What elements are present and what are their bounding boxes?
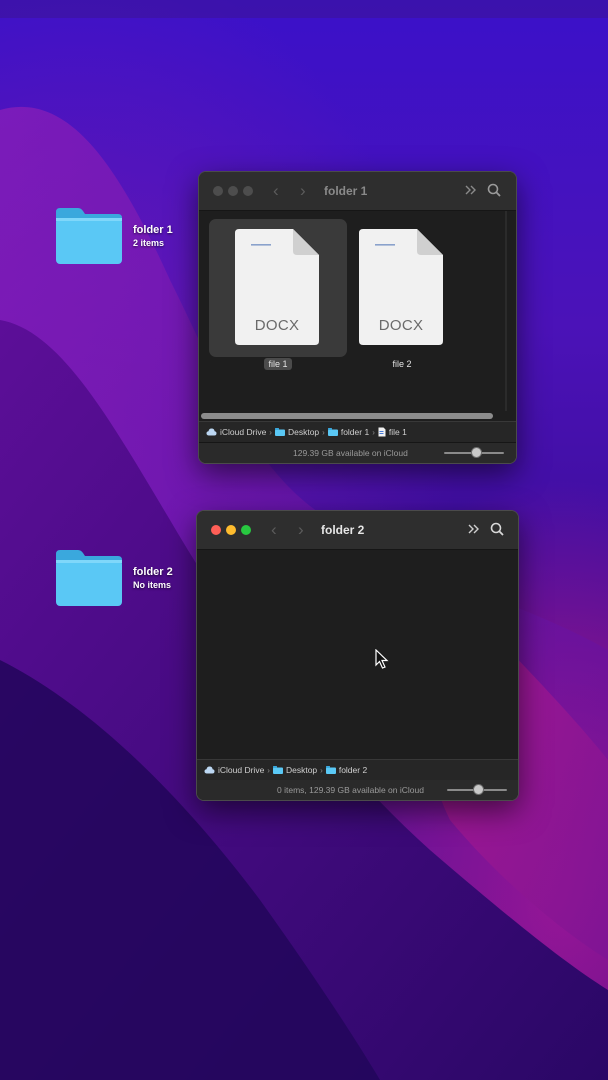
path-crumb-label: iCloud Drive [220,427,267,437]
path-crumb-label: Desktop [285,765,318,775]
path-crumb[interactable]: iCloud Drive [206,427,266,437]
finder-window-folder-2: ‹ › folder 2 iCloud Drive › Desktop › fo… [196,510,519,801]
zoom-button[interactable] [243,186,253,196]
icloud-icon [204,766,215,774]
desktop-folder-1-label: folder 1 2 items [133,224,173,249]
file-type-label: DOCX [254,317,300,334]
back-arrow-icon[interactable]: ‹ [271,520,277,540]
file-item[interactable]: DOCX file 1 [209,219,347,379]
close-button[interactable] [213,186,223,196]
file-name: file 2 [333,359,471,369]
folder-icon [325,766,336,774]
path-crumb[interactable]: iCloud Drive [204,765,264,775]
status-text: 129.39 GB available on iCloud [293,448,408,458]
path-crumb-label: folder 2 [338,765,368,775]
menu-bar [0,0,608,18]
path-crumb-label: folder 1 [340,427,370,437]
finder-window-folder-1: ‹ › folder 1 DOCX file 1 DOCX file 2 iCl… [198,171,517,464]
file-browser-area[interactable]: DOCX file 1 DOCX file 2 [199,211,516,421]
file-item[interactable]: DOCX file 2 [333,219,471,379]
forward-arrow-icon[interactable]: › [298,520,304,540]
desktop-folder-1[interactable] [54,206,126,266]
path-crumb-label: Desktop [287,427,320,437]
folder-icon [327,428,338,436]
path-separator: › [322,427,325,437]
folder-icon [56,550,122,606]
folder-icon [272,766,283,774]
path-separator: › [372,427,375,437]
path-crumb[interactable]: Desktop [274,427,320,437]
path-bar: iCloud Drive › Desktop › folder 2 [197,759,518,781]
path-crumb[interactable]: file 1 [378,427,407,437]
desktop-folder-name: folder 1 [133,224,173,236]
path-separator: › [267,765,270,775]
more-chevron-icon[interactable] [463,182,479,198]
cursor-icon [375,649,389,669]
file-name-text: file 2 [392,359,412,369]
window-title: folder 2 [321,523,365,537]
path-crumb-label: file 1 [388,427,407,437]
minimize-button[interactable] [228,186,238,196]
folder-icon [56,208,122,264]
file-name-text: file 1 [264,358,292,370]
path-crumb-label: iCloud Drive [218,765,265,775]
file-type-label: DOCX [378,317,424,334]
vertical-scrollbar[interactable] [505,211,507,411]
path-crumb[interactable]: Desktop [272,765,318,775]
window-titlebar[interactable]: ‹ › folder 1 [199,172,516,211]
folder-icon [274,428,285,436]
minimize-button[interactable] [226,525,236,535]
desktop-folder-info: 2 items [133,238,165,248]
path-crumb[interactable]: folder 1 [327,427,370,437]
file-browser-area[interactable] [197,550,518,759]
search-icon[interactable] [489,521,505,537]
status-bar: 0 items, 129.39 GB available on iCloud [197,780,518,800]
search-icon[interactable] [486,182,502,198]
desktop-folder-info: No items [133,580,172,590]
status-text: 0 items, 129.39 GB available on iCloud [277,785,424,795]
horizontal-scrollbar[interactable] [201,413,493,419]
path-bar: iCloud Drive › Desktop › folder 1 › file… [199,421,516,443]
more-chevron-icon[interactable] [466,521,482,537]
icloud-icon [206,428,217,436]
desktop-folder-name: folder 2 [133,566,173,578]
icon-size-slider-knob[interactable] [473,784,484,795]
status-bar: 129.39 GB available on iCloud [199,443,516,463]
forward-arrow-icon[interactable]: › [300,181,306,201]
window-titlebar[interactable]: ‹ › folder 2 [197,511,518,550]
path-separator: › [269,427,272,437]
file-name: file 1 [209,358,347,370]
path-crumb[interactable]: folder 2 [325,765,368,775]
back-arrow-icon[interactable]: ‹ [273,181,279,201]
desktop-folder-2-label: folder 2 No items [133,566,173,591]
document-icon [378,427,386,437]
zoom-button[interactable] [241,525,251,535]
desktop-folder-2[interactable] [54,548,126,608]
close-button[interactable] [211,525,221,535]
window-title: folder 1 [324,184,368,198]
path-separator: › [320,765,323,775]
icon-size-slider-knob[interactable] [471,447,482,458]
